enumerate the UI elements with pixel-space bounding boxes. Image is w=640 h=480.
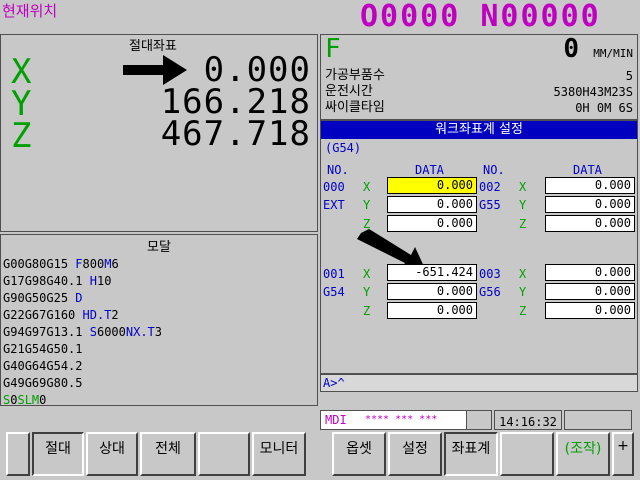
runtime-value: 5380H43M23S (553, 85, 633, 99)
modal-row: S0SLM0 (3, 393, 47, 407)
axis-label: X (519, 267, 527, 281)
axis-label: Z (519, 217, 527, 231)
offset-code-ext: EXT (323, 198, 345, 212)
offset-code-g54: G54 (323, 285, 345, 299)
status-blank-2 (564, 410, 632, 430)
input-line[interactable]: A>^ (320, 374, 638, 392)
runtime-label: 운전시간 (325, 84, 373, 99)
modal-row: G21G54G50.1 (3, 342, 83, 356)
status-state: **** *** *** (365, 414, 438, 425)
axis-label: Z (519, 304, 527, 318)
feed-panel: F 0 MM/MIN 가공부품수 5 운전시간 5380H43M23S 싸이클타… (320, 34, 638, 120)
offset-002-x-cell[interactable]: 0.000 (545, 177, 635, 194)
softkey-relative[interactable]: 상대 (86, 432, 138, 476)
offset-code-g55: G55 (479, 198, 501, 212)
offset-001-y-cell[interactable]: 0.000 (387, 283, 477, 300)
softkey-blank-1[interactable] (198, 432, 250, 476)
offset-002-y-cell[interactable]: 0.000 (545, 196, 635, 213)
offset-003-x-cell[interactable]: 0.000 (545, 264, 635, 281)
offset-003-z-cell[interactable]: 0.000 (545, 302, 635, 319)
modal-title: 모달 (147, 240, 171, 255)
axis-label: X (363, 267, 371, 281)
position-panel: 절대좌표 X 0.000 Y 166.218 Z 467.718 (0, 34, 318, 232)
axis-label: X (363, 180, 371, 194)
axis-label: Z (363, 304, 371, 318)
status-time: 14:16:32 (499, 415, 557, 429)
offset-001-z-cell[interactable]: 0.000 (387, 302, 477, 319)
feed-label: F (325, 34, 341, 64)
softkey-setting[interactable]: 설정 (388, 432, 442, 476)
screen-title: 현재위치 (2, 2, 58, 20)
axis-label: Y (519, 285, 527, 299)
modal-row: G40G64G54.2 (3, 359, 83, 373)
modal-row: G90G50G25 D (3, 291, 83, 305)
input-prompt: A>^ (323, 376, 345, 390)
parts-label: 가공부품수 (325, 68, 385, 83)
softkey-work-coord[interactable]: 좌표계 (444, 432, 498, 476)
work-offset-panel: 워크좌표계 설정 (G54) NO. DATA NO. DATA 000 EXT… (320, 120, 638, 374)
parts-value: 5 (625, 69, 633, 83)
softkey-next[interactable]: + (612, 432, 634, 476)
softkey-left-return[interactable] (6, 432, 30, 476)
softkey-blank-2[interactable] (500, 432, 554, 476)
offset-no-003: 003 (479, 267, 501, 281)
offset-code-g56: G56 (479, 285, 501, 299)
status-blank (466, 410, 492, 430)
pointer-arrow-icon (123, 55, 187, 85)
axis-label: Y (519, 198, 527, 212)
work-offset-title: 워크좌표계 설정 (321, 121, 637, 139)
axis-label: Y (363, 198, 371, 212)
position-title: 절대좌표 (129, 39, 177, 54)
current-offset: (G54) (325, 141, 362, 155)
modal-row: G22G67G160 HD.T2 (3, 308, 119, 322)
softkey-monitor[interactable]: 모니터 (252, 432, 306, 476)
axis-label: X (519, 180, 527, 194)
modal-row: G49G69G80.5 (3, 376, 83, 390)
modal-gcodes: G00G80G15 F800M6 G17G98G40.1 H10 G90G50G… (3, 257, 303, 410)
feed-value: 0 (563, 34, 579, 64)
offset-003-y-cell[interactable]: 0.000 (545, 283, 635, 300)
offset-000-y-cell[interactable]: 0.000 (387, 196, 477, 213)
header-data-right: DATA (573, 163, 602, 177)
header-data-left: DATA (415, 163, 444, 177)
status-time-box: 14:16:32 (494, 410, 562, 430)
axis-label: Y (363, 285, 371, 299)
header-no-right: NO. (483, 163, 505, 177)
offset-no-002: 002 (479, 180, 501, 194)
status-mode: MDI (325, 413, 347, 427)
softkey-absolute[interactable]: 절대 (32, 432, 84, 476)
softkey-all[interactable]: 전체 (140, 432, 196, 476)
offset-001-x-cell[interactable]: -651.424 (387, 264, 477, 281)
status-bar: MDI **** *** *** 14:16:32 (320, 410, 638, 430)
offset-000-x-cell[interactable]: 0.000 (387, 177, 477, 194)
softkey-offset[interactable]: 옵셋 (332, 432, 386, 476)
modal-panel: 모달 G00G80G15 F800M6 G17G98G40.1 H10 G90G… (0, 234, 318, 407)
offset-002-z-cell[interactable]: 0.000 (545, 215, 635, 232)
modal-row: G00G80G15 F800M6 (3, 257, 119, 271)
softkey-operation[interactable]: (조작) (556, 432, 610, 476)
modal-row: G17G98G40.1 H10 (3, 274, 112, 288)
offset-no-000: 000 (323, 180, 345, 194)
offset-no-001: 001 (323, 267, 345, 281)
axis-z-label: Z (11, 116, 33, 156)
modal-row: G94G97G13.1 S6000NX.T3 (3, 325, 163, 339)
cycle-label: 싸이클타임 (325, 100, 385, 115)
program-number: O0000 N00000 (360, 0, 601, 34)
axis-z-value: 467.718 (160, 114, 311, 154)
header-no-left: NO. (327, 163, 349, 177)
cycle-value: 0H 0M 6S (575, 101, 633, 115)
feed-unit: MM/MIN (593, 47, 633, 60)
